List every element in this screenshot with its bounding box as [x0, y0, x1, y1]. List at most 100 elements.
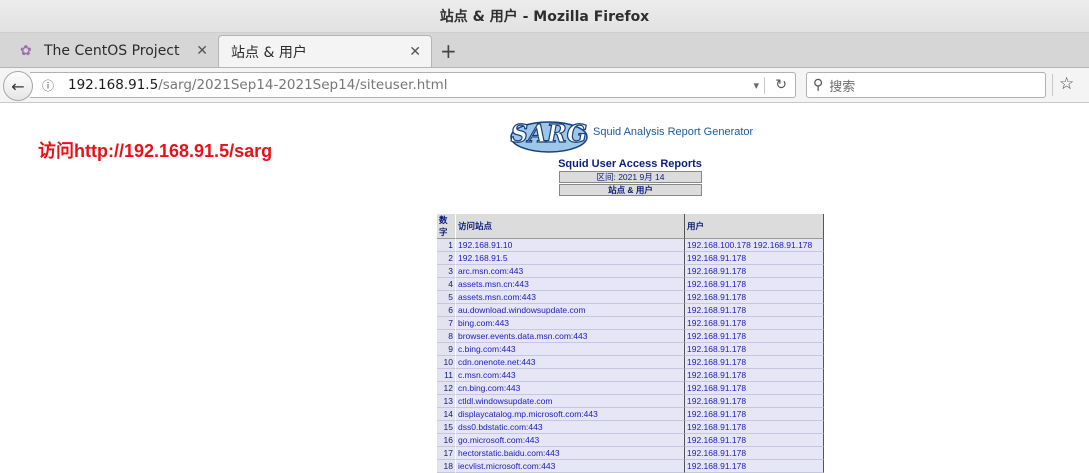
user-link[interactable]: 192.168.91.178 [687, 253, 746, 263]
user-link[interactable]: 192.168.91.178 [687, 292, 746, 302]
site-cell: cn.bing.com:443 [455, 382, 684, 395]
logo-text: SARG [511, 119, 587, 148]
row-number: 3 [437, 265, 455, 278]
row-number: 14 [437, 408, 455, 421]
column-header-user: 用户 [684, 214, 824, 239]
site-cell: bing.com:443 [455, 317, 684, 330]
site-link[interactable]: 192.168.91.10 [458, 240, 512, 250]
site-cell: displaycatalog.mp.microsoft.com:443 [455, 408, 684, 421]
user-link[interactable]: 192.168.91.178 [687, 383, 746, 393]
close-icon[interactable]: ✕ [409, 44, 421, 60]
user-cell: 192.168.91.178 [684, 434, 824, 447]
site-link[interactable]: assets.msn.cn:443 [458, 279, 529, 289]
user-cell: 192.168.91.178 [684, 447, 824, 460]
user-cell: 192.168.91.178 [684, 265, 824, 278]
site-link[interactable]: dss0.bdstatic.com:443 [458, 422, 543, 432]
user-link[interactable]: 192.168.91.178 [687, 448, 746, 458]
close-icon[interactable]: ✕ [196, 43, 208, 59]
user-cell: 192.168.91.178 [684, 395, 824, 408]
window-titlebar: 站点 & 用户 - Mozilla Firefox [0, 0, 1089, 33]
url-text[interactable]: 192.168.91.5/sarg/2021Sep14-2021Sep14/si… [68, 77, 447, 93]
site-cell: hectorstatic.baidu.com:443 [455, 447, 684, 460]
site-link[interactable]: displaycatalog.mp.microsoft.com:443 [458, 409, 598, 419]
site-link[interactable]: assets.msn.com:443 [458, 292, 536, 302]
table-row: 11 c.msn.com:443 192.168.91.178 [437, 369, 824, 382]
site-cell: ctldl.windowsupdate.com [455, 395, 684, 408]
site-link[interactable]: arc.msn.com:443 [458, 266, 523, 276]
new-tab-plus-icon[interactable]: + [440, 39, 457, 63]
site-link[interactable]: cn.bing.com:443 [458, 383, 520, 393]
site-cell: 192.168.91.5 [455, 252, 684, 265]
row-number: 17 [437, 447, 455, 460]
site-link[interactable]: c.bing.com:443 [458, 344, 516, 354]
site-cell: c.bing.com:443 [455, 343, 684, 356]
user-link[interactable]: 192.168.91.178 [687, 396, 746, 406]
user-link[interactable]: 192.168.91.178 [687, 344, 746, 354]
row-number: 13 [437, 395, 455, 408]
user-link[interactable]: 192.168.91.178 [687, 409, 746, 419]
centos-favicon-icon: ✿ [20, 43, 32, 59]
site-link[interactable]: au.download.windowsupdate.com [458, 305, 586, 315]
site-cell: go.microsoft.com:443 [455, 434, 684, 447]
table-row: 4 assets.msn.cn:443 192.168.91.178 [437, 278, 824, 291]
site-link[interactable]: c.msn.com:443 [458, 370, 516, 380]
url-path: /sarg/2021Sep14-2021Sep14/siteuser.html [158, 77, 448, 93]
user-link[interactable]: 192.168.91.178 [687, 279, 746, 289]
table-row: 2 192.168.91.5 192.168.91.178 [437, 252, 824, 265]
reload-icon[interactable]: ↻ [775, 77, 787, 93]
site-cell: assets.msn.cn:443 [455, 278, 684, 291]
report-subtitle: 站点 & 用户 [559, 184, 702, 196]
bookmark-star-icon[interactable]: ☆ [1059, 74, 1074, 94]
site-link[interactable]: ctldl.windowsupdate.com [458, 396, 553, 406]
user-link[interactable]: 192.168.91.178 [687, 266, 746, 276]
report-title: Squid User Access Reports [558, 158, 702, 170]
site-link[interactable]: cdn.onenote.net:443 [458, 357, 536, 367]
row-number: 16 [437, 434, 455, 447]
user-link[interactable]: 192.168.100.178 192.168.91.178 [687, 240, 812, 250]
user-link[interactable]: 192.168.91.178 [687, 318, 746, 328]
site-link[interactable]: browser.events.data.msn.com:443 [458, 331, 587, 341]
url-host: 192.168.91.5 [68, 77, 159, 93]
row-number: 6 [437, 304, 455, 317]
table-row: 13 ctldl.windowsupdate.com 192.168.91.178 [437, 395, 824, 408]
row-number: 4 [437, 278, 455, 291]
site-link[interactable]: 192.168.91.5 [458, 253, 508, 263]
user-cell: 192.168.91.178 [684, 252, 824, 265]
user-link[interactable]: 192.168.91.178 [687, 422, 746, 432]
site-cell: 192.168.91.10 [455, 239, 684, 252]
tab-siteuser[interactable]: 站点 & 用户 ✕ [218, 35, 432, 67]
table-row: 9 c.bing.com:443 192.168.91.178 [437, 343, 824, 356]
user-link[interactable]: 192.168.91.178 [687, 357, 746, 367]
url-bar[interactable]: ⓘ 192.168.91.5/sarg/2021Sep14-2021Sep14/… [30, 72, 796, 98]
user-cell: 192.168.91.178 [684, 460, 824, 473]
search-bar[interactable]: ⚲ 搜索 [806, 72, 1046, 98]
user-cell: 192.168.91.178 [684, 317, 824, 330]
user-link[interactable]: 192.168.91.178 [687, 305, 746, 315]
user-cell: 192.168.100.178 192.168.91.178 [684, 239, 824, 252]
user-cell: 192.168.91.178 [684, 382, 824, 395]
site-link[interactable]: go.microsoft.com:443 [458, 435, 539, 445]
user-cell: 192.168.91.178 [684, 369, 824, 382]
logo-caption: Squid Analysis Report Generator [593, 126, 754, 138]
info-icon[interactable]: ⓘ [42, 77, 60, 94]
dropdown-arrow-icon[interactable]: ▾ [753, 79, 759, 92]
site-link[interactable]: hectorstatic.baidu.com:443 [458, 448, 560, 458]
user-link[interactable]: 192.168.91.178 [687, 331, 746, 341]
row-number: 10 [437, 356, 455, 369]
table-row: 7 bing.com:443 192.168.91.178 [437, 317, 824, 330]
user-link[interactable]: 192.168.91.178 [687, 461, 746, 471]
row-number: 1 [437, 239, 455, 252]
divider [764, 77, 765, 94]
user-link[interactable]: 192.168.91.178 [687, 370, 746, 380]
back-button[interactable]: ← [3, 71, 33, 101]
search-placeholder: 搜索 [829, 79, 856, 95]
site-link[interactable]: iecvlist.microsoft.com:443 [458, 461, 555, 471]
tab-centos[interactable]: ✿ The CentOS Project ✕ [0, 36, 218, 66]
annotation-text: 访问http://192.168.91.5/sarg [38, 141, 273, 161]
table-row: 3 arc.msn.com:443 192.168.91.178 [437, 265, 824, 278]
row-number: 7 [437, 317, 455, 330]
user-link[interactable]: 192.168.91.178 [687, 435, 746, 445]
window-title: 站点 & 用户 - Mozilla Firefox [439, 9, 650, 25]
site-cell: assets.msn.com:443 [455, 291, 684, 304]
site-link[interactable]: bing.com:443 [458, 318, 509, 328]
